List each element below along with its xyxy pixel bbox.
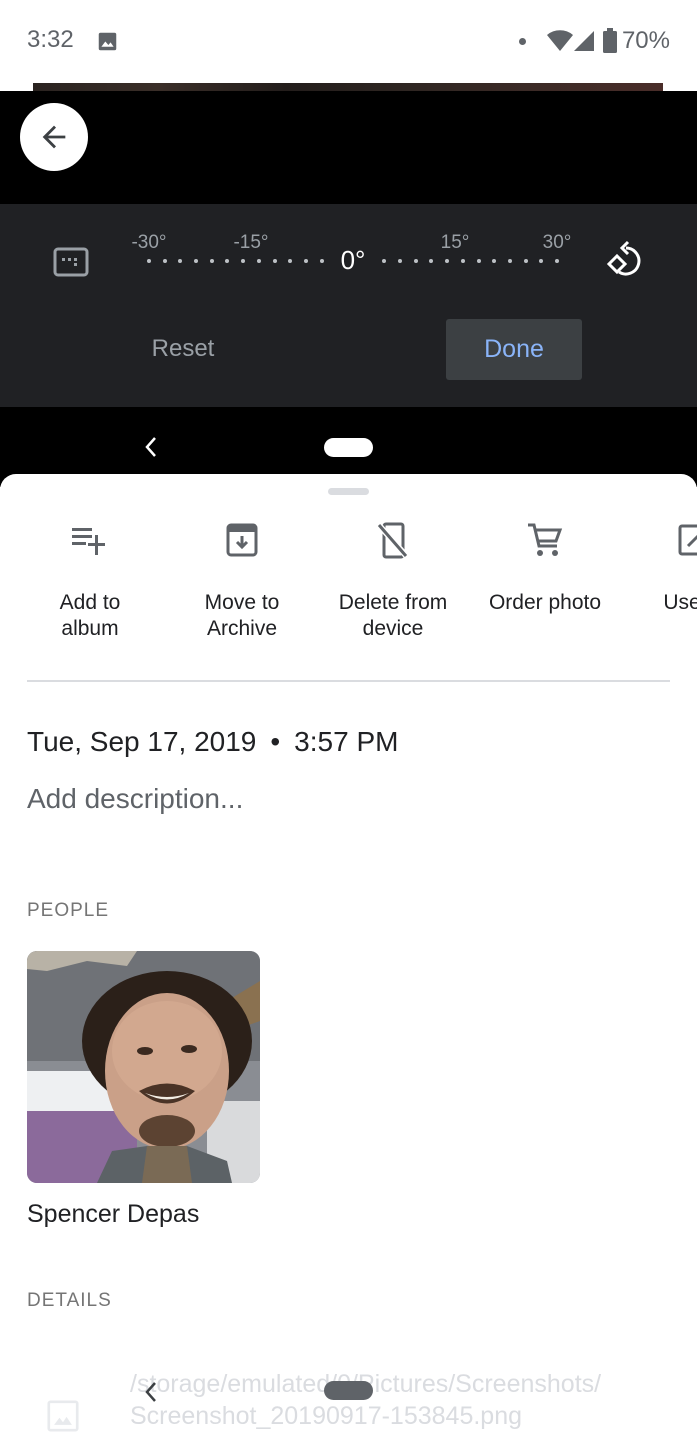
dial-tick: [555, 259, 559, 263]
dial-label-minus-15: -15°: [233, 232, 269, 253]
dial-tick: [303, 259, 308, 263]
action-label: Use as: [663, 591, 697, 614]
dial-tick: [288, 259, 293, 263]
dial-tick: [319, 259, 324, 263]
action-label: Move to Archive: [204, 591, 280, 640]
dial-tick: [445, 259, 450, 263]
nav-back-icon-light[interactable]: [142, 1381, 160, 1403]
action-label: Delete from device: [338, 591, 448, 640]
dial-tick: [194, 259, 199, 263]
sheet-drag-handle[interactable]: [328, 488, 369, 495]
editor-canvas: [0, 91, 697, 204]
nav-back-icon[interactable]: [142, 436, 160, 458]
dial-current-value: 0°: [340, 245, 366, 275]
rotate-icon[interactable]: [604, 240, 646, 282]
dial-tick: [147, 259, 151, 263]
person-face-photo: [27, 951, 260, 1183]
people-heading: PEOPLE: [27, 900, 110, 921]
done-button[interactable]: Done: [446, 319, 582, 380]
action-label: Add to album: [59, 591, 121, 640]
dial-tick: [225, 259, 230, 263]
dial-label-minus-30: -30°: [131, 232, 167, 253]
order-photo-button[interactable]: Order photo: [470, 520, 620, 616]
wifi-icon: [546, 30, 573, 51]
dial-label-plus-15: 15°: [440, 232, 470, 253]
action-label: Order photo: [488, 591, 602, 614]
dial-tick: [413, 259, 418, 263]
person-thumbnail[interactable]: [27, 951, 260, 1183]
details-heading: DETAILS: [27, 1290, 112, 1311]
archive-icon: [226, 523, 258, 557]
reset-button[interactable]: Reset: [118, 320, 248, 378]
add-to-album-button[interactable]: Add to album: [15, 520, 165, 642]
dial-tick: [460, 259, 465, 263]
date-separator: •: [270, 726, 281, 757]
back-button[interactable]: [20, 103, 88, 171]
status-icons: 70%: [518, 26, 670, 56]
photo-datetime: Tue, Sep 17, 2019 • 3:57 PM: [27, 726, 398, 758]
dial-tick: [178, 259, 183, 263]
nav-home-pill[interactable]: [324, 438, 373, 457]
dial-tick: [209, 259, 214, 263]
battery-icon: [602, 28, 617, 53]
delete-from-device-button[interactable]: Delete from device: [318, 520, 468, 642]
dial-tick: [382, 259, 387, 263]
dial-tick: [429, 259, 434, 263]
photo-date: Tue, Sep 17, 2019: [27, 726, 257, 757]
dial-label-plus-30: 30°: [542, 232, 572, 253]
divider: [27, 680, 670, 682]
cell-signal-icon: [573, 31, 594, 51]
dial-tick: [476, 259, 481, 263]
nav-home-pill-light[interactable]: [324, 1381, 373, 1400]
shopping-cart-icon: [528, 523, 563, 556]
battery-percent: 70%: [621, 27, 670, 54]
phonelink-erase-icon: [375, 522, 411, 560]
move-to-archive-button[interactable]: Move to Archive: [167, 520, 317, 642]
dial-tick: [256, 259, 261, 263]
open-in-icon: [678, 524, 697, 556]
photo-time: 3:57 PM: [294, 726, 399, 757]
dial-tick: [162, 259, 167, 263]
dial-tick: [523, 259, 528, 263]
playlist-add-icon: [72, 528, 105, 555]
dial-tick: [539, 259, 544, 263]
file-path: /storage/emulated/0/Pictures/Screenshots…: [130, 1370, 601, 1430]
use-as-button[interactable]: Use as: [621, 520, 697, 616]
person-name[interactable]: Spencer Depas: [27, 1200, 199, 1229]
photo-preview-edge: [33, 83, 663, 91]
dial-tick: [241, 259, 246, 263]
arrow-back-icon: [42, 125, 66, 149]
rotation-dial[interactable]: -30° -15° 15° 30° 0°: [131, 232, 571, 282]
status-time: 3:32: [27, 26, 74, 53]
image-file-icon: [47, 1400, 79, 1432]
image-icon: [98, 32, 117, 51]
status-bar: 3:32 70%: [0, 0, 697, 83]
description-input[interactable]: [27, 783, 667, 815]
dial-tick: [398, 259, 403, 263]
aspect-ratio-icon[interactable]: [53, 247, 89, 277]
dial-tick: [272, 259, 277, 263]
dial-tick: [492, 259, 497, 263]
dial-tick: [507, 259, 512, 263]
dot-icon: [518, 37, 526, 45]
